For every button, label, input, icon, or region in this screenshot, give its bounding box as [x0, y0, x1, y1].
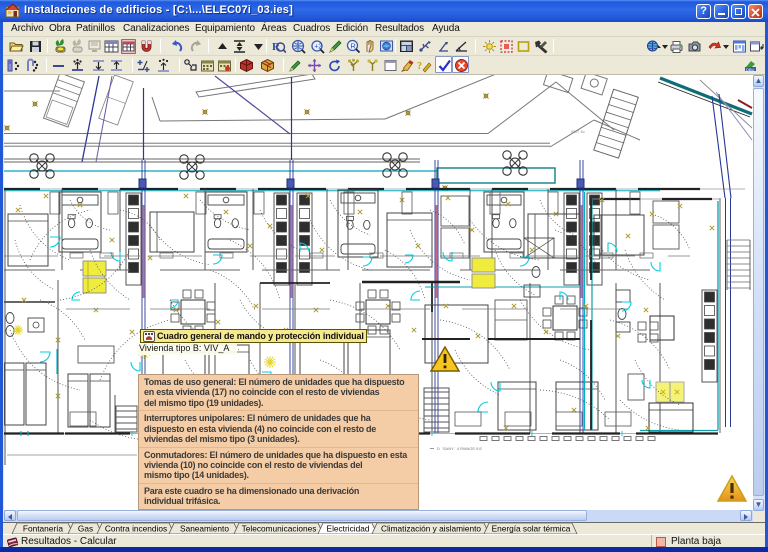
svg-text:Climatización y aislamiento: Climatización y aislamiento	[381, 524, 481, 534]
svg-text:Gas: Gas	[78, 524, 93, 534]
svg-text:D 'SANY' 4 RWAGE.9.E: D 'SANY' 4 RWAGE.9.E	[437, 446, 482, 451]
svg-text:Energía solar térmica: Energía solar térmica	[492, 524, 571, 534]
svg-text:Saneamiento: Saneamiento	[180, 524, 229, 534]
svg-text:R: R	[350, 41, 356, 50]
svg-text:DBU: DBU	[746, 67, 755, 72]
svg-text:Fontanería: Fontanería	[23, 524, 64, 534]
svg-text:Contra incendios: Contra incendios	[105, 524, 167, 534]
svg-text:Telecomunicaciones: Telecomunicaciones	[242, 524, 317, 534]
svg-text:?: ?	[417, 61, 422, 72]
svg-text:Electricidad: Electricidad	[327, 524, 370, 534]
